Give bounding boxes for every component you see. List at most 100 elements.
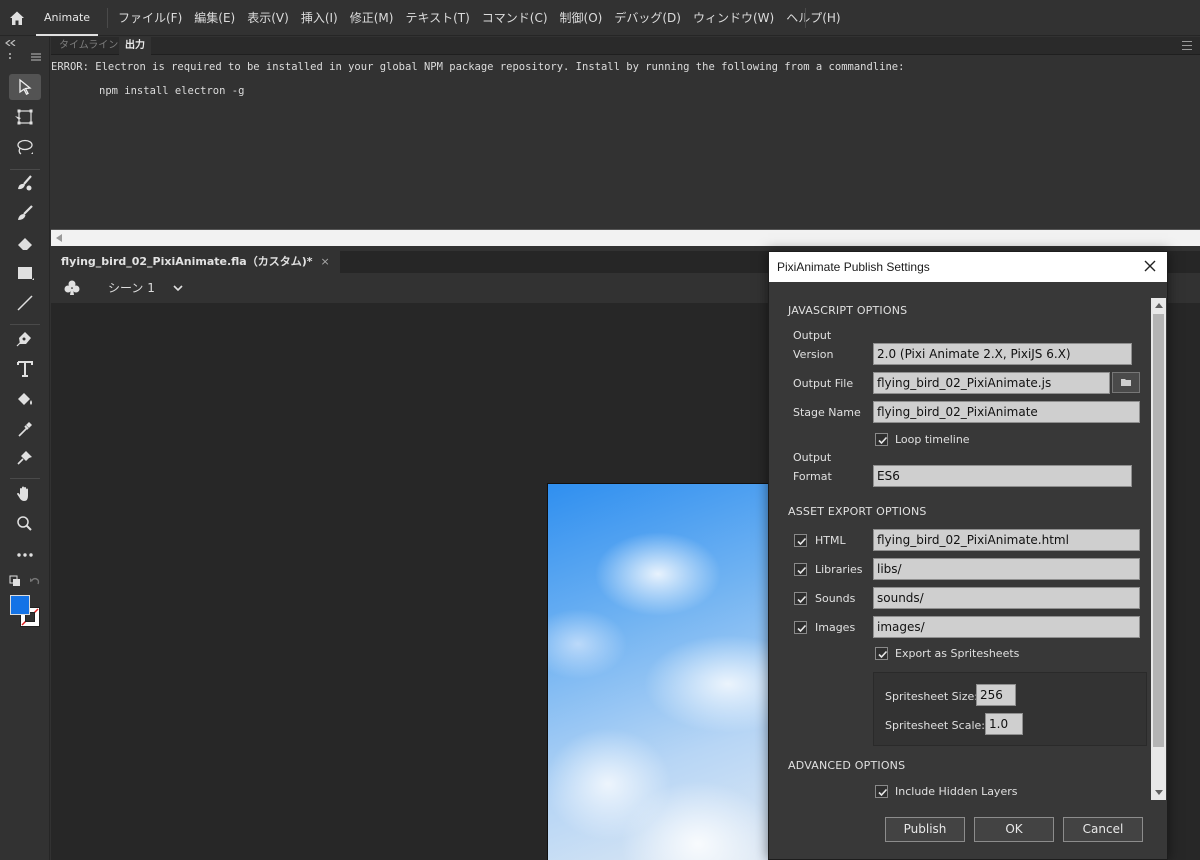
export-spritesheets-checkbox[interactable] bbox=[875, 647, 888, 660]
spritesheet-options-group: Spritesheet Size: 256 Spritesheet Scale:… bbox=[873, 672, 1147, 746]
tools-panel bbox=[0, 37, 50, 860]
eyedropper-tool[interactable] bbox=[9, 416, 41, 442]
chevron-down-icon[interactable] bbox=[172, 283, 184, 293]
output-file-label: Output File bbox=[793, 377, 854, 390]
paint-brush-tool[interactable] bbox=[9, 170, 41, 196]
menu-file[interactable]: ファイル(F) bbox=[112, 0, 188, 36]
output-file-input[interactable]: flying_bird_02_PixiAnimate.js bbox=[873, 372, 1110, 394]
hand-icon bbox=[17, 486, 28, 501]
include-hidden-layers-label: Include Hidden Layers bbox=[895, 785, 1018, 798]
scroll-left-icon[interactable] bbox=[56, 234, 62, 242]
text-icon bbox=[17, 361, 33, 377]
dialog-title: PixiAnimate Publish Settings bbox=[777, 260, 930, 274]
zoom-tool[interactable] bbox=[9, 511, 41, 537]
free-transform-tool[interactable] bbox=[9, 104, 41, 130]
text-tool[interactable] bbox=[9, 356, 41, 382]
spritesheet-size-input[interactable]: 256 bbox=[976, 684, 1016, 706]
tab-output[interactable]: 出力 bbox=[119, 37, 151, 55]
scene-name[interactable]: シーン 1 bbox=[108, 273, 155, 303]
stage-canvas-sky-image[interactable] bbox=[547, 483, 777, 860]
output-format-label-line1: Output bbox=[793, 451, 832, 464]
menu-modify[interactable]: 修正(M) bbox=[344, 0, 400, 36]
output-format-select[interactable]: ES6 bbox=[873, 465, 1132, 487]
cancel-button[interactable]: Cancel bbox=[1063, 817, 1143, 842]
menu-edit[interactable]: 編集(E) bbox=[188, 0, 241, 36]
scene-clubs-icon[interactable] bbox=[63, 279, 81, 297]
include-hidden-layers-checkbox[interactable] bbox=[875, 785, 888, 798]
ok-button[interactable]: OK bbox=[974, 817, 1054, 842]
selection-tool[interactable] bbox=[9, 74, 41, 100]
libraries-input[interactable]: libs/ bbox=[873, 558, 1140, 580]
more-tools-button[interactable] bbox=[9, 542, 41, 568]
stage-name-input[interactable]: flying_bird_02_PixiAnimate bbox=[873, 401, 1140, 423]
rectangle-icon bbox=[18, 267, 34, 280]
spritesheet-scale-input[interactable]: 1.0 bbox=[985, 713, 1023, 735]
scroll-up-icon[interactable] bbox=[1155, 303, 1163, 308]
spritesheet-size-label: Spritesheet Size: bbox=[885, 690, 978, 703]
output-console: ERROR: Electron is required to be instal… bbox=[51, 56, 1200, 229]
line-tool[interactable] bbox=[9, 290, 41, 316]
libraries-checkbox[interactable] bbox=[794, 563, 807, 576]
lasso-icon bbox=[17, 139, 33, 155]
menu-debug[interactable]: デバッグ(D) bbox=[608, 0, 687, 36]
scrollbar-thumb[interactable] bbox=[1153, 314, 1164, 747]
menu-insert[interactable]: 挿入(I) bbox=[295, 0, 344, 36]
html-input[interactable]: flying_bird_02_PixiAnimate.html bbox=[873, 529, 1140, 551]
images-input[interactable]: images/ bbox=[873, 616, 1140, 638]
dialog-vertical-scrollbar[interactable] bbox=[1151, 298, 1166, 800]
section-asset-export-options: ASSET EXPORT OPTIONS bbox=[788, 505, 927, 518]
pen-icon bbox=[16, 332, 31, 347]
images-checkbox[interactable] bbox=[794, 621, 807, 634]
stage-name-label: Stage Name bbox=[793, 406, 861, 419]
pin-tool[interactable] bbox=[9, 445, 41, 471]
paint-bucket-tool[interactable] bbox=[9, 386, 41, 412]
menu-window[interactable]: ウィンドウ(W) bbox=[687, 0, 780, 36]
images-label: Images bbox=[815, 621, 856, 634]
rectangle-tool[interactable] bbox=[9, 260, 41, 286]
undo-icon[interactable] bbox=[29, 575, 41, 587]
menu-bar: Animate ファイル(F) 編集(E) 表示(V) 挿入(I) 修正(M) … bbox=[0, 0, 1200, 36]
document-tab[interactable]: flying_bird_02_PixiAnimate.fla（カスタム)* × bbox=[51, 251, 340, 273]
output-error-line: ERROR: Electron is required to be instal… bbox=[51, 61, 905, 73]
pen-tool[interactable] bbox=[9, 326, 41, 352]
free-transform-icon bbox=[15, 109, 33, 125]
menu-help[interactable]: ヘルプ(H) bbox=[780, 0, 846, 36]
home-icon[interactable] bbox=[8, 9, 26, 27]
publish-button[interactable]: Publish bbox=[885, 817, 965, 842]
panel-menu-icon[interactable] bbox=[1182, 41, 1192, 50]
brush-tool[interactable] bbox=[9, 200, 41, 226]
sounds-input[interactable]: sounds/ bbox=[873, 587, 1140, 609]
swap-colors-icon[interactable] bbox=[9, 575, 21, 587]
menu-commands[interactable]: コマンド(C) bbox=[476, 0, 554, 36]
sounds-checkbox[interactable] bbox=[794, 592, 807, 605]
output-horizontal-scrollbar[interactable] bbox=[51, 229, 1200, 246]
collapse-icon[interactable] bbox=[5, 40, 17, 46]
panel-options-icon[interactable] bbox=[30, 53, 42, 61]
spritesheet-scale-label: Spritesheet Scale: bbox=[885, 719, 985, 732]
lasso-tool[interactable] bbox=[9, 134, 41, 160]
brush-icon bbox=[18, 205, 33, 220]
toolbar-divider bbox=[10, 324, 40, 325]
output-version-select[interactable]: 2.0 (Pixi Animate 2.X, PixiJS 6.X) bbox=[873, 343, 1132, 365]
menu-divider bbox=[805, 8, 806, 28]
zoom-icon bbox=[17, 516, 32, 531]
menu-control[interactable]: 制御(O) bbox=[554, 0, 609, 36]
loop-timeline-checkbox[interactable] bbox=[875, 433, 888, 446]
browse-output-file-button[interactable] bbox=[1112, 372, 1140, 393]
scroll-down-icon[interactable] bbox=[1155, 790, 1163, 795]
app-tab[interactable]: Animate bbox=[36, 0, 98, 36]
loop-timeline-label: Loop timeline bbox=[895, 433, 970, 446]
close-tab-icon[interactable]: × bbox=[321, 251, 330, 273]
html-checkbox[interactable] bbox=[794, 534, 807, 547]
eraser-tool[interactable] bbox=[9, 230, 41, 256]
hand-tool[interactable] bbox=[9, 481, 41, 507]
menu-list: ファイル(F) 編集(E) 表示(V) 挿入(I) 修正(M) テキスト(T) … bbox=[112, 0, 847, 36]
menu-text[interactable]: テキスト(T) bbox=[399, 0, 475, 36]
close-icon[interactable] bbox=[1143, 259, 1157, 273]
grip-icon bbox=[9, 53, 11, 59]
fill-color-swatch[interactable] bbox=[10, 595, 30, 615]
tab-timeline[interactable]: タイムライン bbox=[53, 37, 124, 55]
sounds-label: Sounds bbox=[815, 592, 856, 605]
menu-view[interactable]: 表示(V) bbox=[241, 0, 295, 36]
output-version-label-line2: Version bbox=[793, 348, 834, 361]
